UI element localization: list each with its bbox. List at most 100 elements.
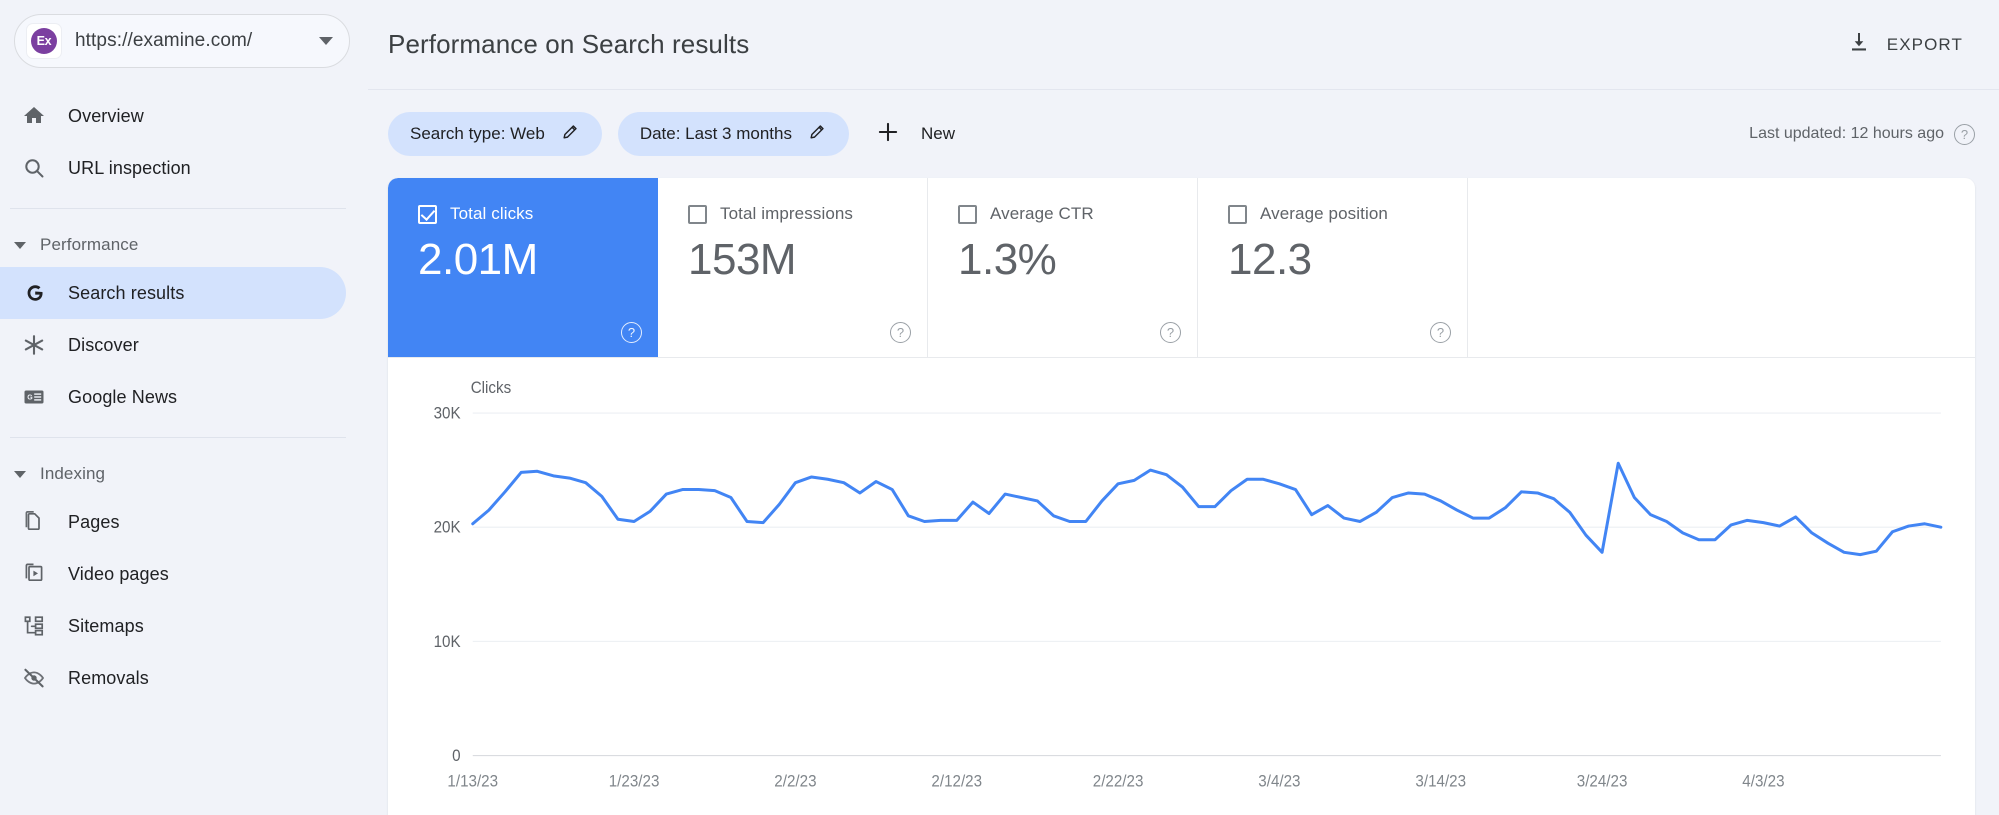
- clicks-chart: Clicks 0 10K 20K 30K 1/13/23 1/23/23 2/2/23 2/12…: [388, 358, 1975, 815]
- sidebar-divider-1: [10, 208, 346, 209]
- caret-down-icon: [14, 241, 26, 249]
- metric-label: Total clicks: [450, 204, 534, 223]
- metric-cards: Total clicks 2.01M ? Total impressions 1…: [388, 178, 1975, 358]
- sidebar-item-label: Video pages: [68, 563, 169, 584]
- metric-card-average-position[interactable]: Average position 12.3 ?: [1198, 178, 1468, 357]
- sidebar-item-removals[interactable]: Removals: [0, 652, 346, 704]
- pages-icon: [22, 510, 52, 534]
- svg-text:2/2/23: 2/2/23: [774, 773, 816, 791]
- new-filter-button[interactable]: New: [865, 112, 969, 156]
- svg-text:4/3/23: 4/3/23: [1742, 773, 1784, 791]
- filter-chip-label: Search type: Web: [410, 124, 545, 143]
- sidebar-item-search-results[interactable]: Search results: [0, 267, 346, 319]
- help-icon[interactable]: ?: [1430, 322, 1451, 343]
- metric-checkbox[interactable]: [1228, 204, 1247, 224]
- sidebar-item-label: Discover: [68, 334, 139, 355]
- performance-panel: Total clicks 2.01M ? Total impressions 1…: [388, 178, 1975, 815]
- metric-checkbox[interactable]: [418, 204, 437, 224]
- sidebar-item-video-pages[interactable]: Video pages: [0, 548, 346, 600]
- asterisk-icon: [22, 333, 52, 357]
- svg-text:G: G: [27, 394, 33, 401]
- metric-label: Average position: [1260, 204, 1388, 223]
- favicon-letters: Ex: [31, 28, 57, 54]
- sidebar-section-performance[interactable]: Performance: [0, 223, 368, 267]
- pencil-icon[interactable]: [808, 122, 827, 146]
- video-pages-icon: [22, 562, 52, 586]
- svg-text:1/13/23: 1/13/23: [447, 773, 498, 791]
- metric-card-total-clicks[interactable]: Total clicks 2.01M ?: [388, 178, 658, 357]
- sidebar-item-discover[interactable]: Discover: [0, 319, 346, 371]
- metric-cards-filler: [1468, 178, 1975, 357]
- svg-text:2/22/23: 2/22/23: [1093, 773, 1144, 791]
- metric-checkbox[interactable]: [688, 204, 707, 224]
- google-g-icon: [22, 280, 52, 306]
- metric-card-average-ctr[interactable]: Average CTR 1.3% ?: [928, 178, 1198, 357]
- metric-value: 1.3%: [958, 235, 1057, 284]
- caret-down-icon: [14, 470, 26, 478]
- sidebar-item-overview[interactable]: Overview: [0, 90, 346, 142]
- metric-value: 12.3: [1228, 235, 1312, 284]
- sidebar-section-indexing[interactable]: Indexing: [0, 452, 368, 496]
- eye-off-icon: [22, 666, 52, 690]
- metric-card-total-impressions[interactable]: Total impressions 153M ?: [658, 178, 928, 357]
- filter-chip-search-type[interactable]: Search type: Web: [388, 112, 602, 156]
- search-icon: [22, 156, 52, 180]
- sidebar-item-label: Pages: [68, 511, 120, 532]
- sidebar-item-sitemaps[interactable]: Sitemaps: [0, 600, 346, 652]
- site-favicon: Ex: [27, 24, 61, 58]
- metric-checkbox[interactable]: [958, 204, 977, 224]
- metric-label: Total impressions: [720, 204, 854, 223]
- sidebar-item-url-inspection[interactable]: URL inspection: [0, 142, 346, 194]
- help-icon[interactable]: ?: [621, 322, 642, 343]
- property-url: https://examine.com/: [75, 30, 253, 51]
- new-filter-label: New: [920, 124, 955, 143]
- sidebar: Ex https://examine.com/ Overview URL ins…: [0, 0, 368, 815]
- property-selector[interactable]: Ex https://examine.com/: [14, 14, 350, 68]
- home-icon: [22, 104, 52, 128]
- download-icon: [1847, 30, 1871, 59]
- filter-chip-label: Date: Last 3 months: [639, 124, 792, 143]
- filter-chip-date[interactable]: Date: Last 3 months: [617, 112, 849, 156]
- plus-icon: [875, 119, 901, 150]
- svg-text:30K: 30K: [434, 405, 461, 423]
- sidebar-divider-2: [10, 437, 346, 438]
- help-icon[interactable]: ?: [1160, 322, 1181, 343]
- sidebar-item-google-news[interactable]: G Google News: [0, 371, 346, 423]
- help-icon[interactable]: ?: [1954, 123, 1975, 145]
- svg-text:10K: 10K: [434, 633, 461, 651]
- news-icon: G: [22, 385, 52, 409]
- sidebar-section-label: Indexing: [40, 464, 106, 483]
- main-content: Performance on Search results EXPORT Sea…: [368, 0, 1999, 815]
- app-root: Ex https://examine.com/ Overview URL ins…: [0, 0, 1999, 815]
- help-icon[interactable]: ?: [890, 322, 911, 343]
- svg-text:3/14/23: 3/14/23: [1415, 773, 1466, 791]
- filter-bar: Search type: Web Date: Last 3 months New…: [368, 90, 1999, 178]
- top-bar: Performance on Search results EXPORT: [368, 0, 1999, 90]
- sidebar-item-label: Overview: [68, 105, 144, 126]
- svg-text:3/4/23: 3/4/23: [1258, 773, 1300, 791]
- export-label: EXPORT: [1886, 34, 1963, 54]
- sidebar-item-label: Removals: [68, 667, 149, 688]
- svg-text:3/24/23: 3/24/23: [1577, 773, 1628, 791]
- svg-text:2/12/23: 2/12/23: [931, 773, 982, 791]
- sidebar-item-label: URL inspection: [68, 157, 191, 178]
- last-updated-label: Last updated: 12 hours ago: [1749, 125, 1944, 142]
- sidebar-item-label: Sitemaps: [68, 615, 144, 636]
- sidebar-item-pages[interactable]: Pages: [0, 496, 346, 548]
- last-updated: Last updated: 12 hours ago ?: [1749, 123, 1975, 145]
- clicks-line-chart: Clicks 0 10K 20K 30K 1/13/23 1/23/23 2/2/23 2/12…: [434, 380, 1951, 791]
- export-button[interactable]: EXPORT: [1835, 22, 1975, 67]
- chevron-down-icon[interactable]: [319, 37, 333, 45]
- sitemaps-icon: [22, 614, 52, 638]
- svg-text:1/23/23: 1/23/23: [609, 773, 660, 791]
- svg-text:0: 0: [452, 748, 461, 766]
- sidebar-section-label: Performance: [40, 235, 139, 254]
- metric-value: 153M: [688, 235, 797, 284]
- sidebar-item-label: Google News: [68, 386, 178, 407]
- sidebar-nav: Overview URL inspection Performance Sear…: [0, 90, 368, 704]
- page-title: Performance on Search results: [388, 29, 750, 59]
- metric-value: 2.01M: [418, 235, 538, 284]
- metric-label: Average CTR: [990, 204, 1094, 223]
- svg-text:20K: 20K: [434, 519, 461, 537]
- pencil-icon[interactable]: [561, 122, 580, 146]
